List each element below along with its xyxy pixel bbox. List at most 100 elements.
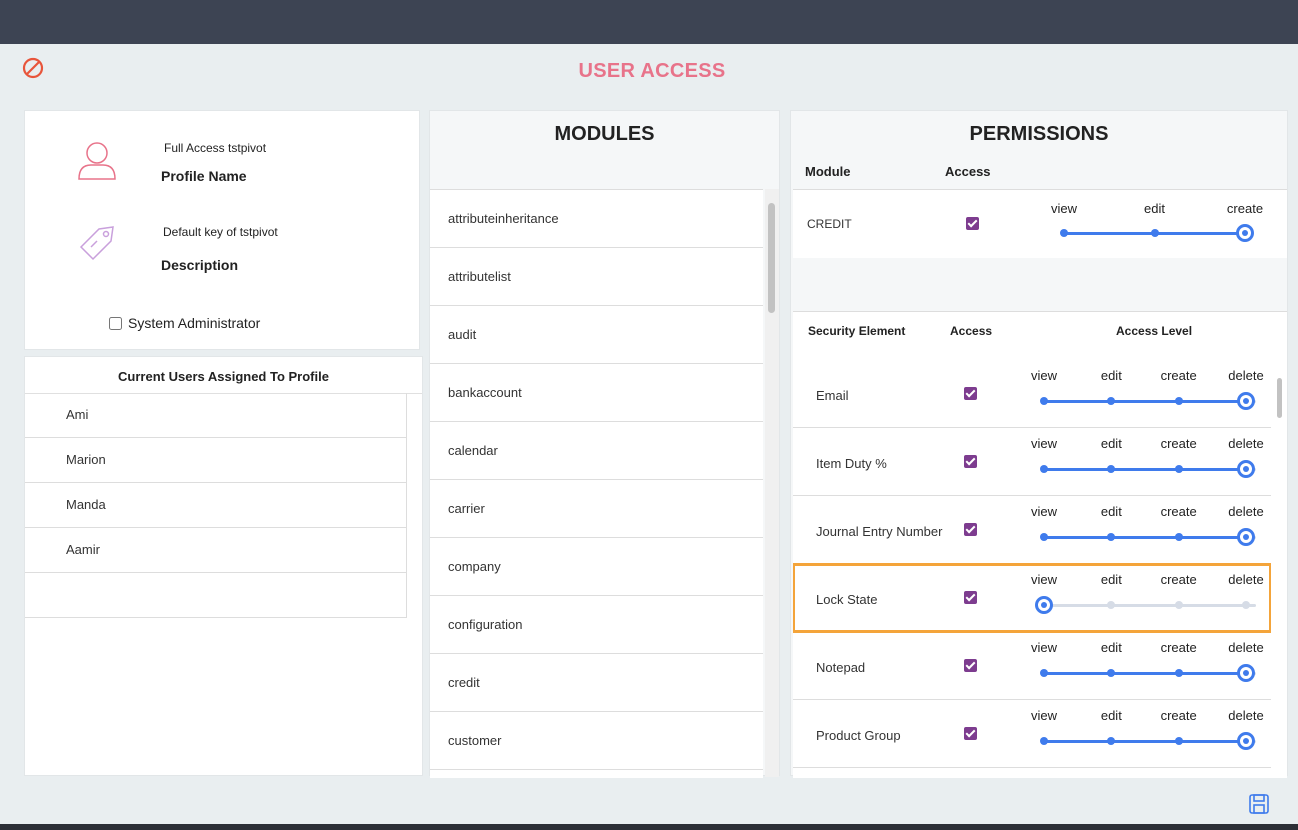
- security-element-access-checkbox[interactable]: [964, 523, 977, 536]
- access-level-label-delete: delete: [1228, 572, 1264, 587]
- permissions-title: PERMISSIONS: [969, 123, 1109, 145]
- access-level-label-create: create: [1160, 504, 1197, 519]
- access-level-label-view: view: [1031, 776, 1057, 778]
- module-list-item[interactable]: attributeinheritance: [430, 190, 763, 248]
- users-header: Current Users Assigned To Profile: [25, 357, 422, 394]
- modules-scrollbar[interactable]: [765, 189, 779, 777]
- access-level-stop-edit[interactable]: [1107, 737, 1116, 745]
- module-list-item[interactable]: attributelist: [430, 248, 763, 306]
- access-level-knob[interactable]: [1237, 732, 1255, 750]
- access-level-stop-create[interactable]: [1174, 465, 1183, 473]
- top-bar: [0, 0, 1298, 44]
- access-level-label-edit: edit: [1100, 504, 1122, 519]
- user-list-item[interactable]: Aamir: [25, 528, 406, 573]
- user-list-item[interactable]: Ami: [25, 393, 406, 438]
- access-level-label-view: view: [1030, 708, 1058, 723]
- security-element-access-checkbox[interactable]: [964, 659, 977, 672]
- system-admin-input[interactable]: [109, 316, 122, 330]
- security-element-row: Journal Entry Number view edit create delete: [793, 496, 1271, 564]
- security-element-header: Security Element: [808, 324, 906, 338]
- security-element-name: Notepad: [816, 660, 866, 675]
- module-access-checkbox[interactable]: [966, 217, 979, 230]
- access-level-label-edit: edit: [1100, 368, 1122, 383]
- system-admin-checkbox[interactable]: System Administrator: [109, 315, 260, 331]
- user-list-item[interactable]: Marion: [25, 438, 406, 483]
- access-level-stop-create[interactable]: [1174, 737, 1183, 745]
- access-level-knob[interactable]: [1237, 664, 1255, 682]
- access-level-stop-create[interactable]: [1174, 601, 1183, 609]
- security-scrollbar[interactable]: [1274, 362, 1285, 772]
- access-level-label-view: view: [1030, 572, 1058, 587]
- profile-panel: Full Access tstpivot Profile Name Defaul…: [24, 110, 420, 350]
- module-list-item[interactable]: calendar: [430, 422, 763, 480]
- access-level-stop-view[interactable]: [1060, 229, 1068, 237]
- user-list-item[interactable]: Manda: [25, 483, 406, 528]
- module-list-item[interactable]: carrier: [430, 480, 763, 538]
- access-level-stop-edit[interactable]: [1107, 669, 1116, 677]
- security-element-access-checkbox[interactable]: [964, 727, 977, 740]
- access-level-knob[interactable]: [1237, 528, 1255, 546]
- access-level-label-view: view: [1030, 368, 1058, 383]
- access-level-label-view: view: [1050, 201, 1078, 216]
- access-level-label-create: create: [1226, 201, 1264, 216]
- access-level-stop-view[interactable]: [1040, 533, 1048, 541]
- security-scroll-thumb[interactable]: [1277, 378, 1282, 418]
- security-elements-table: Security Element Access Access Level Ema…: [793, 311, 1287, 778]
- security-element-access-checkbox[interactable]: [964, 387, 977, 400]
- user-icon: [78, 142, 116, 180]
- security-element-row: Salesrep (Verified)vieweditcreatedelete: [793, 768, 1271, 778]
- access-level-label-edit: edit: [1101, 776, 1122, 778]
- access-level-knob[interactable]: [1237, 460, 1255, 478]
- access-level-stop-create[interactable]: [1174, 397, 1183, 405]
- access-level-stop-delete[interactable]: [1242, 601, 1250, 609]
- access-level-label-edit: edit: [1100, 640, 1122, 655]
- module-list-item[interactable]: audit: [430, 306, 763, 364]
- access-level-stop-create[interactable]: [1174, 533, 1183, 541]
- access-level-stop-view[interactable]: [1040, 669, 1048, 677]
- access-level-label-delete: delete: [1228, 368, 1264, 383]
- module-list-item[interactable]: configuration: [430, 596, 763, 654]
- access-level-stop-view[interactable]: [1040, 737, 1048, 745]
- security-element-row: Lock State view edit create delete: [793, 563, 1271, 633]
- access-level-stop-edit[interactable]: [1107, 465, 1116, 473]
- security-element-name: Item Duty %: [816, 456, 887, 471]
- system-admin-label: System Administrator: [128, 315, 261, 331]
- module-list-item[interactable]: customer: [430, 712, 763, 770]
- access-level-stop-edit[interactable]: [1107, 601, 1116, 609]
- profile-name-value: Full Access tstpivot: [164, 141, 267, 155]
- access-level-stop-view[interactable]: [1040, 397, 1048, 405]
- security-element-name: Lock State: [816, 592, 878, 607]
- access-level-stop-edit[interactable]: [1107, 397, 1116, 405]
- security-element-access-checkbox[interactable]: [964, 455, 977, 468]
- modules-scroll-thumb[interactable]: [768, 203, 775, 313]
- access-level-stop-view[interactable]: [1040, 465, 1048, 473]
- access-level-label-edit: edit: [1100, 436, 1122, 451]
- page-title: USER ACCESS: [578, 60, 726, 82]
- module-list-item[interactable]: credit: [430, 654, 763, 712]
- access-level-label-view: view: [1030, 504, 1058, 519]
- access-level-label-delete: delete: [1228, 708, 1264, 723]
- access-level-label-view: view: [1030, 640, 1058, 655]
- module-list-item[interactable]: bankaccount: [430, 364, 763, 422]
- access-level-stop-create[interactable]: [1174, 669, 1183, 677]
- user-access-dialog: USER ACCESS Full Access tstpivot Profile…: [3, 44, 1298, 824]
- module-list-item[interactable]: company: [430, 538, 763, 596]
- save-icon[interactable]: [1248, 793, 1270, 815]
- security-access-header: Access: [950, 324, 993, 338]
- users-panel: Current Users Assigned To Profile Ami Mar…: [24, 356, 423, 776]
- access-level-knob[interactable]: [1236, 224, 1254, 242]
- access-level-label-create: create: [1160, 572, 1197, 587]
- security-element-row: Item Duty % view edit create delete: [793, 428, 1271, 496]
- access-level-knob[interactable]: [1035, 596, 1053, 614]
- access-level-knob[interactable]: [1237, 392, 1255, 410]
- access-level-label-delete: delete: [1228, 776, 1263, 778]
- tag-icon: [79, 226, 114, 261]
- security-element-access-checkbox[interactable]: [964, 591, 977, 604]
- access-level-stop-edit[interactable]: [1150, 229, 1159, 237]
- access-level-track[interactable]: [1044, 604, 1256, 607]
- profile-name-label: Profile Name: [161, 168, 247, 184]
- access-level-label-view: view: [1030, 436, 1058, 451]
- permissions-panel: PERMISSIONS Module Access CREDIT view edi…: [790, 110, 1288, 778]
- access-level-stop-edit[interactable]: [1107, 533, 1116, 541]
- security-element-row: Email view edit create delete: [793, 360, 1271, 428]
